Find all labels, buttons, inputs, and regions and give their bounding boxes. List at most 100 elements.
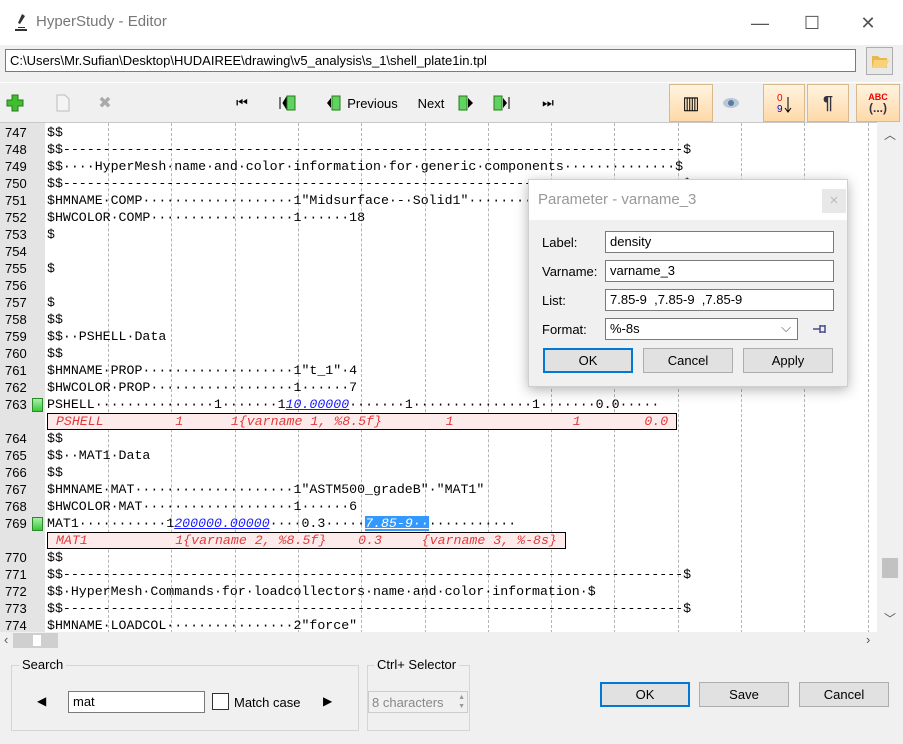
file-path-field[interactable]: C:\Users\Mr.Sufian\Desktop\HUDAIREE\draw…: [5, 49, 856, 72]
next-button[interactable]: Next: [414, 83, 480, 123]
close-button[interactable]: ✕: [853, 10, 883, 36]
code-line[interactable]: 767 $HMNAME·MAT····················1"ASTM…: [0, 481, 877, 498]
line-number: 753: [5, 227, 27, 242]
browse-button[interactable]: [866, 47, 893, 75]
search-input[interactable]: mat: [68, 691, 205, 713]
template-preview-row[interactable]: PSHELL 1 1{varname 1, %8.5f} 1 1 0.0: [0, 413, 877, 430]
line-number: 771: [5, 567, 27, 582]
horizontal-scrollbar[interactable]: ‹ ›: [0, 632, 877, 649]
scroll-thumb-h[interactable]: [13, 633, 58, 648]
code-text: PSHELL···············1·······110.00000··…: [47, 397, 659, 413]
line-number: 759: [5, 329, 27, 344]
first-marker-button[interactable]: [277, 83, 299, 123]
parameter-marker-icon[interactable]: [32, 398, 43, 412]
maximize-button[interactable]: ☐: [797, 10, 827, 36]
selector-group-label: Ctrl+ Selector: [374, 657, 460, 672]
selected-text[interactable]: 7.85-9··: [365, 516, 429, 531]
spellcheck-toggle[interactable]: ABC (...): [856, 84, 900, 122]
code-segment: PSHELL···············1·······1: [47, 397, 286, 412]
code-segment: $$: [47, 346, 63, 361]
code-text: $$·HyperMesh·Commands·for·loadcollectors…: [47, 584, 596, 600]
svg-text:9: 9: [777, 104, 783, 115]
code-line[interactable]: 747 $$: [0, 124, 877, 141]
code-text: $HWCOLOR·COMP··················1······18: [47, 210, 365, 226]
cancel-button[interactable]: Cancel: [799, 682, 889, 707]
match-case-checkbox[interactable]: [212, 693, 229, 710]
selector-spinbox[interactable]: 8 characters ▲ ▼: [368, 691, 468, 713]
code-line[interactable]: 768 $HWCOLOR·MAT···················1·····…: [0, 498, 877, 515]
first-marker-icon: [279, 95, 296, 111]
code-line[interactable]: 770 $$: [0, 549, 877, 566]
code-segment: ·······1···············1·······0.0·····: [349, 397, 660, 412]
dialog-title-bar: Parameter - varname_3 ×: [529, 180, 847, 220]
ok-button[interactable]: OK: [600, 682, 690, 707]
previous-label: Previous: [347, 95, 398, 111]
code-line[interactable]: 764 $$: [0, 430, 877, 447]
previous-button[interactable]: Previous: [326, 83, 398, 123]
code-segment: $HMNAME·COMP···················1"Midsurf…: [47, 193, 556, 208]
pin-icon[interactable]: [812, 323, 828, 335]
code-text: $: [47, 227, 55, 243]
delete-button[interactable]: ✖: [94, 83, 116, 123]
code-line[interactable]: 748 $$-----------------------------------…: [0, 141, 877, 158]
parameter-marker-icon[interactable]: [32, 517, 43, 531]
varname-input[interactable]: varname_3: [605, 260, 834, 282]
dialog-cancel-button[interactable]: Cancel: [643, 348, 733, 373]
label-label: Label:: [542, 235, 578, 250]
line-number: 757: [5, 295, 27, 310]
toolbar: ✖ ⏮ Previous Next ⏭ ▥ 09 ¶ ABC (...): [0, 82, 903, 122]
add-button[interactable]: [4, 83, 26, 123]
columns-toggle[interactable]: ▥: [669, 84, 713, 122]
search-next-button[interactable]: ▶: [323, 694, 332, 708]
code-line[interactable]: 749 $$····HyperMesh·name·and·color·inform…: [0, 158, 877, 175]
code-line[interactable]: 773 $$-----------------------------------…: [0, 600, 877, 617]
vertical-scrollbar[interactable]: ︿ ﹀: [877, 122, 903, 632]
line-number: 767: [5, 482, 27, 497]
scroll-thumb[interactable]: [882, 558, 898, 578]
code-line[interactable]: 765 $$··MAT1·Data: [0, 447, 877, 464]
columns-icon: ▥: [682, 92, 700, 113]
spin-arrows-icon[interactable]: ▲ ▼: [458, 693, 465, 711]
code-line[interactable]: 771 $$-----------------------------------…: [0, 566, 877, 583]
sort-toggle[interactable]: 09: [763, 84, 805, 122]
parameter-value[interactable]: 10.00000: [286, 397, 350, 412]
label-input[interactable]: density: [605, 231, 834, 253]
scroll-down-icon[interactable]: ﹀: [884, 610, 896, 627]
list-input[interactable]: 7.85-9 ,7.85-9 ,7.85-9: [605, 289, 834, 311]
abc-bottom: (...): [869, 101, 887, 115]
title-bar: HyperStudy - Editor — ☐ ✕: [0, 0, 903, 45]
scroll-right-icon[interactable]: ›: [866, 632, 870, 647]
code-line[interactable]: 774 $HMNAME·LOADCOL················2"forc…: [0, 617, 877, 632]
search-prev-button[interactable]: ◀: [37, 694, 46, 708]
parameter-value[interactable]: 200000.00000: [174, 516, 269, 531]
code-segment: $HMNAME·LOADCOL················2"force": [47, 618, 358, 632]
line-number: 768: [5, 499, 27, 514]
code-line[interactable]: 763 PSHELL···············1·······110.0000…: [0, 396, 877, 413]
scroll-left-icon[interactable]: ‹: [4, 632, 8, 647]
code-segment: $HWCOLOR·COMP··················1······18: [47, 210, 366, 225]
new-document-button[interactable]: [52, 83, 74, 123]
dialog-apply-button[interactable]: Apply: [743, 348, 833, 373]
last-button[interactable]: ⏭: [538, 83, 558, 123]
sort-icon: 09: [777, 93, 792, 115]
view-button[interactable]: [718, 83, 744, 123]
minimize-button[interactable]: —: [745, 10, 775, 36]
code-line[interactable]: 769 MAT1···········1200000.00000····0.3··…: [0, 515, 877, 532]
line-number: 748: [5, 142, 27, 157]
scroll-up-icon[interactable]: ︿: [884, 126, 896, 143]
dialog-close-button[interactable]: ×: [822, 189, 846, 213]
code-segment: $$··MAT1·Data: [47, 448, 151, 463]
format-select[interactable]: %-8s ⌵: [605, 318, 798, 340]
show-whitespace-toggle[interactable]: ¶: [807, 84, 849, 122]
first-button[interactable]: ⏮: [232, 83, 252, 123]
last-marker-button[interactable]: [491, 83, 513, 123]
dialog-ok-button[interactable]: OK: [543, 348, 633, 373]
code-line[interactable]: 766 $$: [0, 464, 877, 481]
code-segment: $$--------------------------------------…: [47, 567, 692, 582]
save-button[interactable]: Save: [699, 682, 789, 707]
code-segment: $HWCOLOR·PROP··················1······7: [47, 380, 358, 395]
microscope-icon: [15, 14, 27, 31]
line-number: 756: [5, 278, 27, 293]
code-line[interactable]: 772 $$·HyperMesh·Commands·for·loadcollect…: [0, 583, 877, 600]
template-preview-row[interactable]: MAT1 1{varname 2, %8.5f} 0.3 {varname 3,…: [0, 532, 877, 549]
